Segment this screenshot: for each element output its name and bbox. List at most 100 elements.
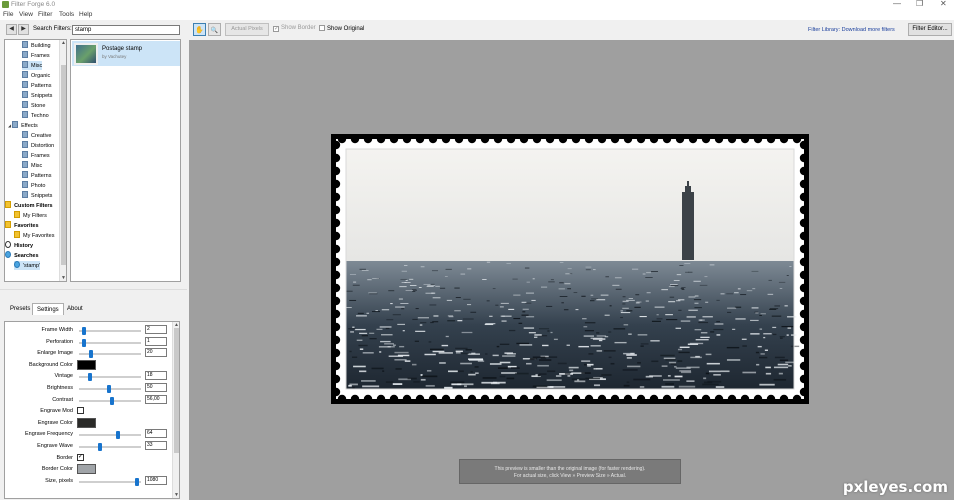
engrave-color-swatch[interactable]: [77, 417, 96, 428]
vintage-value-input[interactable]: 18: [145, 371, 167, 381]
tree-item-misc[interactable]: Misc: [22, 61, 43, 70]
actual-pixels-button[interactable]: Actual Pixels: [225, 23, 269, 36]
border-checkbox[interactable]: ✓: [77, 453, 84, 461]
settings-scrollbar[interactable]: ▲ ▼: [172, 322, 179, 498]
maximize-button[interactable]: ❐: [916, 0, 923, 8]
tree-scrollbar[interactable]: ▲ ▼: [59, 40, 66, 281]
menu-filter[interactable]: Filter: [38, 9, 52, 20]
wave-highlight: [656, 318, 663, 320]
wave-highlight: [727, 307, 737, 309]
setting-label: Size, pixels: [45, 477, 73, 484]
slider-thumb[interactable]: [135, 477, 140, 486]
slider-thumb[interactable]: [81, 338, 86, 347]
engrave-frequency-slider[interactable]: [79, 431, 141, 440]
scroll-up-icon[interactable]: ▲: [60, 40, 66, 46]
scroll-down-icon[interactable]: ▼: [173, 492, 179, 498]
forward-button[interactable]: ▶: [18, 24, 29, 35]
slider-thumb[interactable]: [115, 431, 120, 440]
wave-highlight: [656, 314, 659, 316]
tree-item-building[interactable]: Building: [22, 41, 51, 50]
perforation-slider[interactable]: [79, 338, 141, 347]
slider-thumb[interactable]: [97, 443, 102, 451]
filter-editor-button[interactable]: Filter Editor...: [908, 23, 952, 36]
back-button[interactable]: ◀: [6, 24, 17, 35]
slider-thumb[interactable]: [89, 350, 94, 359]
menu-file[interactable]: File: [3, 9, 13, 20]
tab-about[interactable]: About: [63, 303, 87, 315]
settings-scroll-thumb[interactable]: [174, 328, 179, 453]
wave-highlight: [401, 308, 405, 310]
tree-item-stone[interactable]: Stone: [22, 101, 45, 110]
size-pixels-slider[interactable]: [79, 477, 141, 486]
search-input[interactable]: stamp: [72, 25, 180, 35]
tab-settings[interactable]: Settings: [32, 303, 64, 315]
tree-item-stamp[interactable]: 'stamp': [14, 261, 41, 270]
hand-tool-button[interactable]: ✋: [193, 23, 206, 36]
tree-item-custom-filters[interactable]: ◢Custom Filters: [5, 201, 53, 210]
menu-view[interactable]: View: [19, 9, 33, 20]
zoom-tool-button[interactable]: 🔍: [208, 23, 221, 36]
show-border-checkbox[interactable]: ✓ Show Border: [273, 25, 316, 32]
tree-scroll-thumb[interactable]: [61, 65, 66, 265]
engrave-mod-checkbox[interactable]: [77, 407, 84, 415]
slider-thumb[interactable]: [88, 373, 93, 382]
contrast-value-input[interactable]: 56,00: [145, 394, 167, 404]
tree-item-snippets[interactable]: Snippets: [22, 191, 52, 200]
slider-thumb[interactable]: [81, 327, 86, 335]
wave-highlight: [444, 276, 448, 277]
wave-highlight: [435, 285, 440, 287]
scroll-down-icon[interactable]: ▼: [60, 275, 66, 281]
tree-item-misc[interactable]: Misc: [22, 161, 42, 170]
tree-item-organic[interactable]: Organic: [22, 71, 50, 80]
wave-highlight: [694, 307, 702, 309]
tree-item-patterns[interactable]: Patterns: [22, 81, 51, 90]
tree-item-effects[interactable]: ◢ Effects: [8, 121, 38, 130]
enlarge-image-slider[interactable]: [79, 350, 141, 359]
wave-highlight: [590, 294, 594, 296]
tree-item-frames[interactable]: Frames: [22, 51, 50, 60]
slider-thumb[interactable]: [109, 396, 114, 405]
tree-item-my-filters[interactable]: My Filters: [14, 211, 47, 220]
frame-width-value-input[interactable]: 2: [145, 325, 167, 334]
wave-highlight: [506, 263, 511, 265]
expander-icon[interactable]: ◢: [8, 123, 11, 128]
vintage-slider[interactable]: [79, 373, 141, 382]
brightness-slider[interactable]: [79, 385, 141, 393]
wave-highlight: [681, 287, 686, 288]
tree-item-searches[interactable]: ◢Searches: [5, 251, 39, 260]
engrave-frequency-value-input[interactable]: 64: [145, 429, 167, 439]
result-item-postage-stamp[interactable]: Postage stamp by Vachutey: [72, 41, 180, 66]
tree-item-snippets[interactable]: Snippets: [22, 91, 52, 100]
show-original-checkbox[interactable]: Show Original: [319, 25, 364, 32]
engrave-wave-slider[interactable]: [79, 443, 141, 451]
tree-item-distortion[interactable]: Distortion: [22, 141, 54, 150]
tree-item-favorites[interactable]: ◢Favorites: [5, 221, 39, 230]
tree-item-frames[interactable]: Frames: [22, 151, 50, 160]
close-button[interactable]: ✕: [940, 0, 947, 8]
tab-presets[interactable]: Presets: [6, 303, 34, 315]
preview-area[interactable]: This preview is smaller than the origina…: [189, 40, 954, 500]
wave-highlight: [424, 353, 436, 356]
panel-splitter[interactable]: [0, 289, 187, 290]
tree-item-photo[interactable]: Photo: [22, 181, 45, 190]
size-pixels-value-input[interactable]: 1080: [145, 475, 167, 485]
tree-item-creative[interactable]: Creative: [22, 131, 51, 140]
menu-tools[interactable]: Tools: [59, 9, 74, 20]
menu-help[interactable]: Help: [79, 9, 92, 20]
tree-item-techno[interactable]: Techno: [22, 111, 49, 120]
slider-thumb[interactable]: [106, 385, 111, 393]
background-color-swatch[interactable]: [77, 359, 96, 370]
brightness-value-input[interactable]: 50: [145, 383, 167, 392]
perforation-value-input[interactable]: 1: [145, 336, 167, 346]
enlarge-image-value-input[interactable]: 20: [145, 348, 167, 358]
engrave-wave-value-input[interactable]: 33: [145, 441, 167, 450]
tree-item-my-favorites[interactable]: My Favorites: [14, 231, 54, 240]
wave-highlight: [538, 328, 550, 330]
tree-item-patterns[interactable]: Patterns: [22, 171, 51, 180]
frame-width-slider[interactable]: [79, 327, 141, 335]
minimize-button[interactable]: —: [893, 0, 901, 8]
filter-library-link[interactable]: Filter Library: Download more filters: [808, 27, 895, 33]
tree-item-history[interactable]: ▷History: [5, 241, 33, 250]
contrast-slider[interactable]: [79, 396, 141, 405]
border-color-swatch[interactable]: [77, 464, 96, 475]
